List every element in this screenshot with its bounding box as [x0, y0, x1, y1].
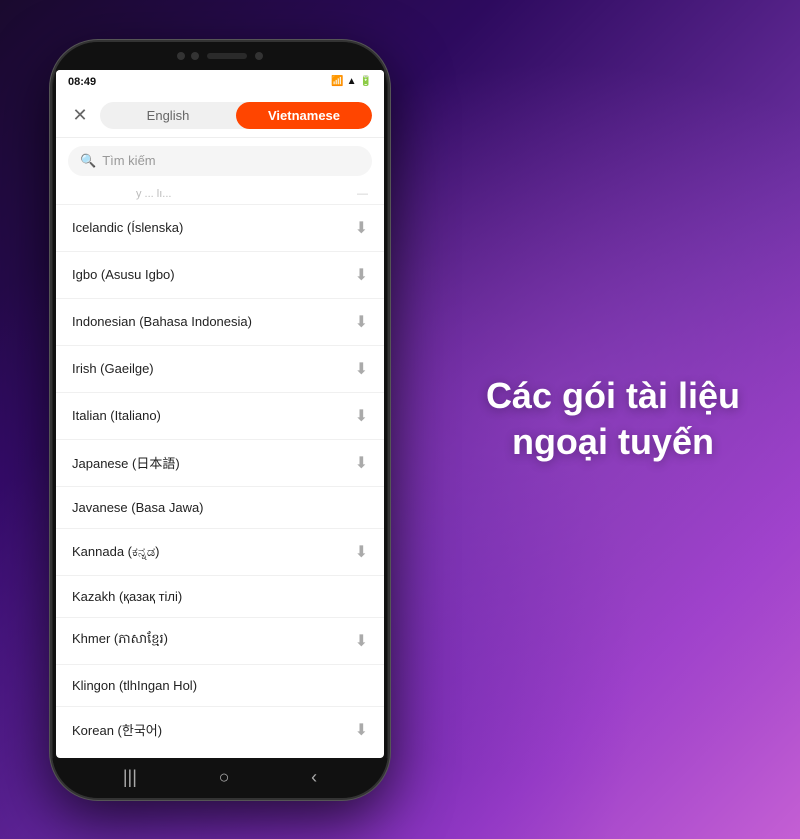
back-nav-icon[interactable]: ‹ [311, 767, 317, 788]
language-name: Igbo (Asusu Igbo) [72, 267, 175, 282]
bottom-nav: ||| ○ ‹ [52, 758, 388, 798]
separator-row: y ... lı... — [56, 184, 384, 205]
download-icon[interactable]: ⬇ [355, 406, 368, 426]
language-name: Khmer (ភាសាខ្មែរ) [72, 631, 168, 650]
app-header: ✕ English Vietnamese [56, 94, 384, 138]
language-name: Kannada (ಕನ್ನಡ) [72, 544, 159, 560]
list-item[interactable]: Kazakh (қазақ тілі) [56, 576, 384, 618]
list-item[interactable]: Khmer (ភាសាខ្មែរ) ⬇ [56, 618, 384, 665]
search-icon: 🔍 [80, 153, 96, 169]
language-name: Indonesian (Bahasa Indonesia) [72, 314, 252, 329]
list-item[interactable]: Javanese (Basa Jawa) [56, 487, 384, 529]
separator-dash: — [357, 188, 368, 200]
camera-dot2 [191, 52, 199, 60]
camera-dot3 [255, 52, 263, 60]
close-button[interactable]: ✕ [68, 103, 92, 127]
download-icon[interactable]: ⬇ [355, 631, 368, 651]
separator-left: y ... lı... [136, 188, 171, 200]
download-icon[interactable]: ⬇ [355, 359, 368, 379]
list-item[interactable]: Klingon (tlhIngan Hol) [56, 665, 384, 707]
battery-icon: 🔋 [360, 76, 372, 87]
language-toggle: English Vietnamese [100, 102, 372, 129]
english-tab[interactable]: English [100, 102, 236, 129]
language-name: Klingon (tlhIngan Hol) [72, 678, 197, 693]
list-item[interactable]: Kannada (ಕನ್ನಡ) ⬇ [56, 529, 384, 576]
camera-dot [177, 52, 185, 60]
language-name: Javanese (Basa Jawa) [72, 500, 204, 515]
download-icon[interactable]: ⬇ [355, 542, 368, 562]
download-icon[interactable]: ⬇ [355, 218, 368, 238]
language-name: Kazakh (қазақ тілі) [72, 589, 182, 604]
promo-text: Các gói tài liệu ngoại tuyến [486, 373, 740, 467]
list-item[interactable]: Igbo (Asusu Igbo) ⬇ [56, 252, 384, 299]
language-name: Korean (한국어) [72, 720, 162, 739]
language-name: Icelandic (Íslenska) [72, 220, 183, 235]
phone-top-bar [52, 42, 388, 70]
phone-sensor [207, 53, 247, 59]
list-item[interactable]: Indonesian (Bahasa Indonesia) ⬇ [56, 299, 384, 346]
status-icons: 📶 ▲ 🔋 [331, 76, 372, 87]
phone-body: 08:49 📶 ▲ 🔋 ✕ English Vietnamese [50, 40, 390, 800]
status-bar: 08:49 📶 ▲ 🔋 [56, 70, 384, 94]
language-name: Japanese (日本語) [72, 453, 180, 472]
list-item[interactable]: Korean (한국어) ⬇ [56, 707, 384, 753]
phone-wrapper: 08:49 📶 ▲ 🔋 ✕ English Vietnamese [40, 30, 400, 810]
download-icon[interactable]: ⬇ [355, 265, 368, 285]
home-nav-icon[interactable]: ○ [219, 767, 230, 788]
time-display: 08:49 [68, 76, 96, 88]
download-icon[interactable]: ⬇ [355, 453, 368, 473]
download-icon[interactable]: ⬇ [355, 720, 368, 740]
search-bar[interactable]: 🔍 Tìm kiếm [68, 146, 372, 176]
download-icon[interactable]: ⬇ [355, 312, 368, 332]
language-list: Icelandic (Íslenska)⬇Igbo (Asusu Igbo)⬇I… [56, 205, 384, 758]
phone-screen: 08:49 📶 ▲ 🔋 ✕ English Vietnamese [56, 70, 384, 758]
language-name: Irish (Gaeilge) [72, 361, 154, 376]
signal-icon: ▲ [347, 76, 357, 87]
vietnamese-tab[interactable]: Vietnamese [236, 102, 372, 129]
language-name: Italian (Italiano) [72, 408, 161, 423]
menu-nav-icon[interactable]: ||| [123, 767, 137, 788]
list-item[interactable]: Italian (Italiano) ⬇ [56, 393, 384, 440]
list-item[interactable]: Irish (Gaeilge) ⬇ [56, 346, 384, 393]
wifi-icon: 📶 [331, 76, 343, 87]
search-placeholder: Tìm kiếm [102, 153, 155, 168]
list-item[interactable]: Icelandic (Íslenska) ⬇ [56, 205, 384, 252]
list-item[interactable]: Japanese (日本語) ⬇ [56, 440, 384, 487]
screen-content: 08:49 📶 ▲ 🔋 ✕ English Vietnamese [56, 70, 384, 758]
